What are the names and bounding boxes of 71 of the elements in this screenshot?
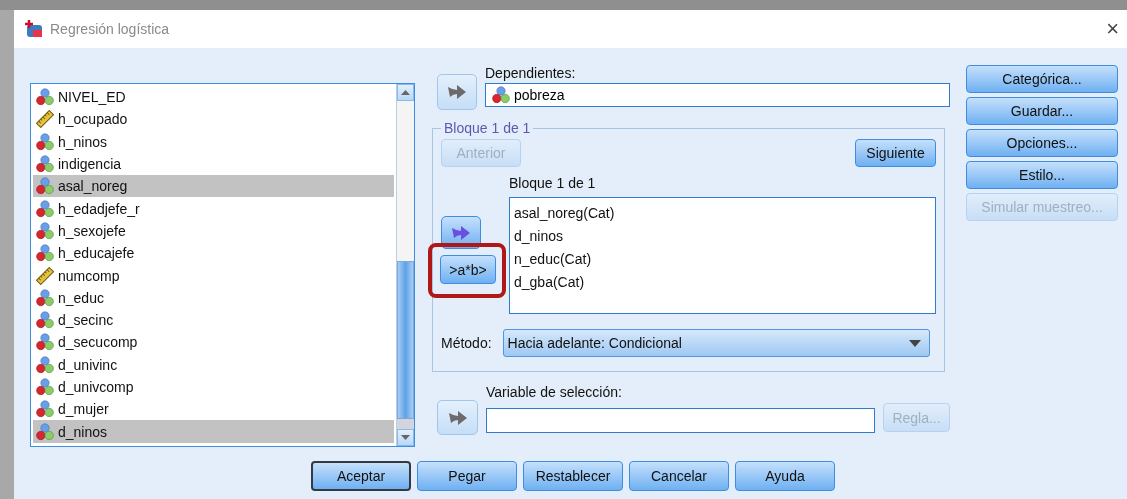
scroll-thumb[interactable] xyxy=(397,261,414,419)
covariate-item[interactable]: d_gba(Cat) xyxy=(514,271,931,294)
selection-field[interactable] xyxy=(486,408,875,433)
arrow-icon xyxy=(447,84,467,100)
next-button[interactable]: Siguiente xyxy=(855,139,936,167)
variable-item[interactable]: h_sexojefe xyxy=(33,219,394,243)
interaction-button[interactable]: >a*b> xyxy=(440,255,496,284)
variable-item[interactable]: numcomp xyxy=(33,264,394,287)
dialog-button[interactable]: Pegar xyxy=(417,461,517,491)
close-icon[interactable]: × xyxy=(1106,18,1119,40)
group-title: Bloque 1 de 1 xyxy=(443,120,532,136)
scrollbar[interactable] xyxy=(396,84,414,446)
dialog-button[interactable]: Cancelar xyxy=(629,461,729,491)
nominal-variable-icon xyxy=(36,400,54,419)
nominal-variable-icon xyxy=(36,88,54,107)
variable-item[interactable]: h_ninos xyxy=(33,130,394,153)
dialog-button[interactable]: Opciones... xyxy=(966,129,1118,157)
arrow-icon xyxy=(447,409,468,426)
nominal-variable-icon xyxy=(36,132,54,151)
variable-item[interactable]: n_educ xyxy=(33,286,394,309)
dialog-button[interactable]: Ayuda xyxy=(735,461,835,491)
nominal-variable-icon xyxy=(36,333,54,352)
variable-item[interactable]: d_univinc xyxy=(33,353,394,376)
variable-item[interactable]: d_secucomp xyxy=(33,331,394,354)
move-arrow-button[interactable] xyxy=(437,400,478,435)
nominal-variable-icon xyxy=(492,86,510,104)
dialog-button[interactable]: Guardar... xyxy=(966,97,1118,125)
nominal-variable-icon xyxy=(36,199,54,218)
scroll-up-icon[interactable] xyxy=(401,90,410,95)
covariate-item[interactable]: asal_noreg(Cat) xyxy=(514,202,931,225)
variable-item[interactable]: h_educajefe xyxy=(33,242,394,265)
nominal-variable-icon xyxy=(36,422,54,441)
variable-item[interactable]: h_ocupado xyxy=(33,108,394,131)
nominal-variable-icon xyxy=(36,177,54,196)
dropdown-caret-icon xyxy=(908,339,921,347)
dialog-button[interactable]: Aceptar xyxy=(311,461,411,491)
method-dropdown[interactable]: Hacia adelante: Condicional xyxy=(502,329,930,357)
nominal-variable-icon xyxy=(36,311,54,330)
window-title: Regresión logística xyxy=(50,21,171,37)
arrow-icon xyxy=(451,224,471,241)
dialog-button[interactable]: Restablecer xyxy=(523,461,623,491)
nominal-variable-icon xyxy=(36,288,54,307)
move-arrow-button[interactable] xyxy=(437,74,477,110)
variable-item[interactable]: d_secinc xyxy=(33,308,394,332)
field-value: pobreza xyxy=(514,87,565,103)
field-label: Método: xyxy=(441,335,492,351)
scroll-down-icon[interactable] xyxy=(401,435,410,440)
nominal-variable-icon xyxy=(36,378,54,396)
dialog-button[interactable]: Categórica... xyxy=(966,65,1118,93)
dialog-button[interactable]: Estilo... xyxy=(966,161,1118,189)
nominal-variable-icon xyxy=(36,244,54,263)
variable-item[interactable]: h_edadjefe_r xyxy=(33,197,394,220)
app-icon xyxy=(24,19,44,39)
variable-list[interactable]: NIVEL_ED h_ocupado h_ninos indigencia asal_noreg h_edadjefe_r h_sexojefe h_educajefe numcomp n_educ d_secinc d_secucomp d_univinc d_univcomp d_mujer d_ninos xyxy=(30,83,415,447)
variable-item[interactable]: d_ninos xyxy=(33,420,394,443)
scroll-track xyxy=(397,419,414,429)
covariate-item[interactable]: n_educ(Cat) xyxy=(514,248,931,271)
nominal-variable-icon xyxy=(36,355,54,374)
field-label: Variable de selección: xyxy=(486,384,623,400)
variable-item[interactable]: d_mujer xyxy=(33,398,394,421)
list-label: Bloque 1 de 1 xyxy=(509,175,597,191)
variable-item[interactable]: indigencia xyxy=(33,152,394,176)
nominal-variable-icon xyxy=(36,155,54,174)
variable-item[interactable]: asal_noreg xyxy=(33,175,394,198)
variable-item[interactable]: NIVEL_ED xyxy=(33,86,394,109)
covariate-item[interactable]: d_ninos xyxy=(514,225,931,248)
field-label: Dependientes: xyxy=(485,65,577,81)
covariate-list[interactable]: asal_noreg(Cat) d_ninos n_educ(Cat) d_gba(Cat) xyxy=(509,197,936,314)
dependent-field[interactable]: pobreza xyxy=(485,83,950,107)
nominal-variable-icon xyxy=(36,221,54,240)
variable-item[interactable]: d_univcomp xyxy=(33,375,394,399)
